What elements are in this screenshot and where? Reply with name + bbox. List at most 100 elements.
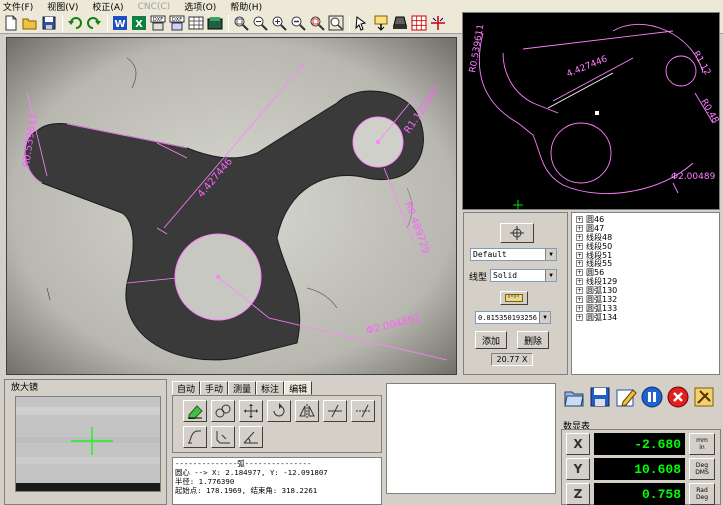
folder-icon[interactable] [206,14,224,32]
menu-help[interactable]: 帮助(H) [230,0,262,13]
expand-icon[interactable]: + [576,260,583,268]
dxf-import-icon[interactable]: DXF [168,14,186,32]
axis-x-label[interactable]: X [566,433,590,455]
pause-button[interactable] [640,385,664,409]
add-button[interactable]: 添加 [475,331,507,349]
preview-diameter-label: Φ2.00489 [671,172,716,182]
copy-tool-button[interactable] [211,400,235,422]
unit-toggle-y[interactable]: Deg DMS [689,458,715,480]
word-export-icon[interactable]: W [111,14,129,32]
measure-table-icon[interactable] [187,14,205,32]
expand-icon[interactable]: + [576,251,583,259]
open-folder-icon[interactable] [21,14,39,32]
zoom-fit-icon[interactable] [232,14,250,32]
pointer-icon[interactable] [353,14,371,32]
tab-edit[interactable]: 编辑 [284,381,313,395]
chamfer-tool-button[interactable] [211,426,235,448]
zoom-out-icon[interactable] [251,14,269,32]
expand-icon[interactable]: + [576,233,583,241]
zoom-all-icon[interactable] [327,14,345,32]
linetype-select[interactable]: Solid ▼ [490,269,557,282]
cad-drawing: R0.539611 4.427446 R1.12 R0.48 Φ2.00489 [468,23,719,209]
unit-toggle-x[interactable]: mm in [689,433,715,455]
toolbar-separator [62,14,63,32]
color-select[interactable]: Default ▼ [470,248,557,261]
save-icon[interactable] [40,14,58,32]
tree-item[interactable]: + 圆弧134 [572,313,719,322]
menu-calibrate[interactable]: 校正(A) [92,0,123,13]
tab-measure[interactable]: 测量 [228,381,257,395]
extend-tool-button[interactable] [351,400,375,422]
trim-tool-button[interactable] [323,400,347,422]
fillet-tool-button[interactable] [183,426,207,448]
new-file-icon[interactable] [2,14,20,32]
expand-icon[interactable]: + [576,304,583,312]
rotate-tool-button[interactable] [267,400,291,422]
magnifier-title: 放大镜 [11,383,39,393]
menu-options[interactable]: 选项(O) [184,0,216,13]
ruler-button[interactable] [500,291,528,305]
move-tool-button[interactable] [239,400,263,422]
zoom-window-icon[interactable] [308,14,326,32]
save-icon [590,387,610,407]
magnifier-view[interactable] [15,396,161,492]
unit-toggle-z[interactable]: Rad Deg [689,483,715,505]
tolerance-select[interactable]: 0.015350193256 ▼ [475,311,551,324]
chevron-down-icon[interactable]: ▼ [545,270,556,281]
expand-icon[interactable]: + [576,295,583,303]
eraser-tool-button[interactable] [183,400,207,422]
output-line: 圆心 --> X: 2.184977, Y: -12.091807 [175,468,328,477]
output-log[interactable]: --------------弧--------------- 圆心 --> X: … [172,457,382,505]
preview-distance-label: 4.427446 [565,54,609,79]
dxf-export-icon[interactable]: DXF [149,14,167,32]
cad-preview[interactable]: R0.539611 4.427446 R1.12 R0.48 Φ2.00489 [462,12,720,210]
chevron-down-icon[interactable]: ▼ [539,312,550,323]
light-icon[interactable] [391,14,409,32]
menu-cnc[interactable]: CNC(C) [138,2,171,12]
axis-z-label[interactable]: Z [566,483,590,505]
delete-button[interactable]: 删除 [517,331,549,349]
snap-button[interactable] [500,223,534,243]
save-button[interactable] [588,385,612,409]
tab-manual[interactable]: 手动 [200,381,229,395]
grid-icon[interactable] [410,14,428,32]
excel-export-icon[interactable]: X [130,14,148,32]
expand-icon[interactable]: + [576,287,583,295]
zoom-minus-icon[interactable] [289,14,307,32]
menu-file[interactable]: 文件(F) [3,0,33,13]
angle-tool-button[interactable] [239,426,263,448]
crosshair-axis-icon[interactable] [429,14,447,32]
undo-icon[interactable] [66,14,84,32]
unit-toggle-label: Rad Deg [695,487,709,501]
expand-icon[interactable]: + [576,242,583,250]
feature-tree[interactable]: + 圆46 + 圆47 + 线段48 + 线段50 + 线段51 + 线段55 + 圆56 +… [571,212,720,375]
expand-icon[interactable]: + [576,224,583,232]
tab-annotate[interactable]: 标注 [256,381,285,395]
expand-icon[interactable]: + [576,215,583,223]
zoom-readout: 20.77 X [491,353,533,366]
output-line: --------------弧--------------- [175,459,312,468]
tab-auto[interactable]: 自动 [172,381,201,395]
menu-view[interactable]: 视图(V) [47,0,78,13]
camera-image: R0.539611 R1.122347 4.427446 R0.489729 Φ… [7,38,456,374]
dro-frame: X -2.680 mm in Y 10.608 Deg DMS Z 0.758 … [561,429,721,505]
redo-icon[interactable] [85,14,103,32]
camera-view[interactable]: R0.539611 R1.122347 4.427446 R0.489729 Φ… [6,37,457,375]
edit-button[interactable] [614,385,638,409]
expand-icon[interactable]: + [576,269,583,277]
output-line: 半径: 1.776390 [175,477,235,486]
open-icon [564,391,584,407]
expand-icon[interactable]: + [576,278,583,286]
axis-y-value: 10.608 [594,458,685,480]
open-button[interactable] [562,385,586,409]
zoom-in-icon[interactable] [270,14,288,32]
expand-icon[interactable]: + [576,313,583,321]
mirror-tool-button[interactable] [295,400,319,422]
horizontal-scrollbar[interactable] [386,493,556,505]
chevron-down-icon[interactable]: ▼ [545,249,556,260]
rotate-icon [273,403,285,417]
tools-button[interactable] [692,385,716,409]
stop-button[interactable] [666,385,690,409]
axis-y-label[interactable]: Y [566,458,590,480]
probe-icon[interactable] [372,14,390,32]
